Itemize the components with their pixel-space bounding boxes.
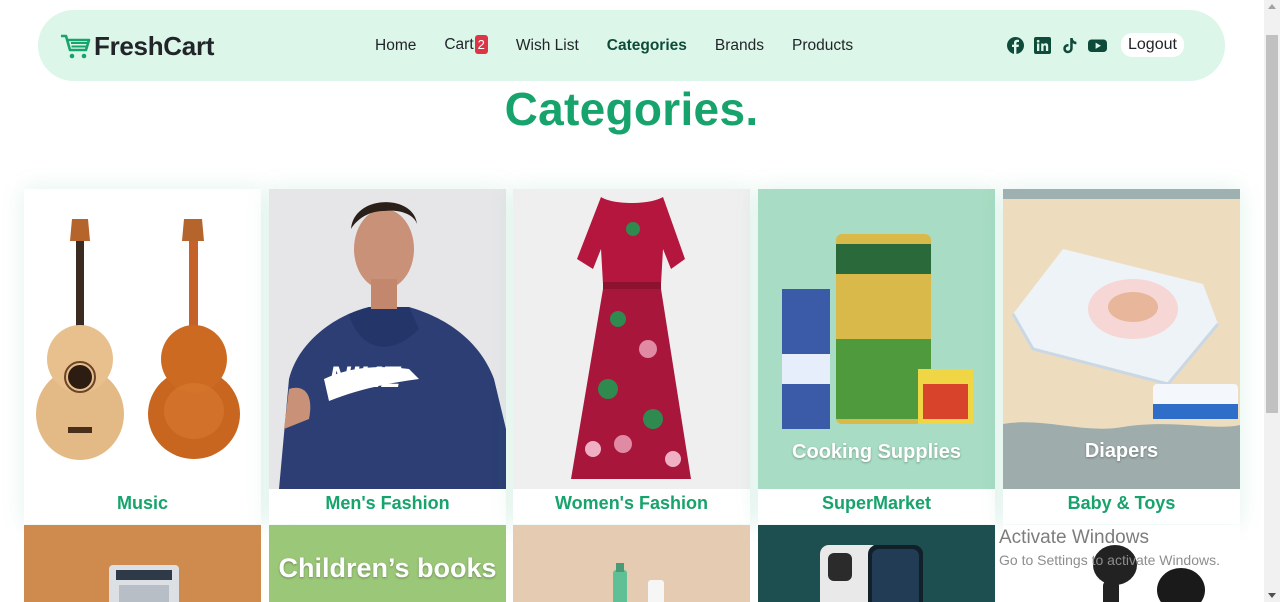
nav-cart[interactable]: Cart 2 xyxy=(444,35,488,55)
watermark-title: Activate Windows xyxy=(999,527,1149,548)
brand-name: FreshCart xyxy=(94,31,215,61)
cart-count-badge: 2 xyxy=(474,35,488,54)
category-card-beauty[interactable] xyxy=(513,525,750,602)
category-card-supermarket[interactable]: Cooking Supplies SuperMarket xyxy=(758,189,995,524)
brand-logo[interactable]: FreshCart xyxy=(59,31,214,62)
facebook-icon[interactable] xyxy=(1007,37,1024,54)
category-card-electronics[interactable] xyxy=(24,525,261,602)
linkedin-icon[interactable] xyxy=(1034,37,1051,54)
category-image-caption: Children’s books xyxy=(278,553,497,583)
scrollbar-thumb[interactable] xyxy=(1266,35,1278,413)
nav-home[interactable]: Home xyxy=(375,37,416,55)
tiktok-icon[interactable] xyxy=(1061,37,1078,54)
category-image xyxy=(24,189,261,489)
appliance-image xyxy=(24,525,261,602)
phone-image xyxy=(758,525,995,602)
category-card-mens-fashion[interactable]: NIKE Men's Fashion xyxy=(269,189,506,524)
nav-products[interactable]: Products xyxy=(792,37,853,55)
category-card-womens-fashion[interactable]: Women's Fashion xyxy=(513,189,750,524)
category-name: Music xyxy=(116,493,168,513)
category-card-music[interactable]: Music xyxy=(24,189,261,524)
category-name: Men's Fashion xyxy=(325,493,450,513)
category-card-baby-toys[interactable]: Diapers Baby & Toys xyxy=(1003,189,1240,524)
category-image xyxy=(513,189,750,489)
category-image: Diapers xyxy=(1003,189,1240,489)
category-name: Women's Fashion xyxy=(555,493,708,513)
scroll-down-arrow-icon[interactable] xyxy=(1268,593,1276,598)
shopping-cart-icon xyxy=(61,34,91,59)
svg-text:NIKE: NIKE xyxy=(329,361,402,394)
category-card-mobiles[interactable] xyxy=(758,525,995,602)
nav-wishlist[interactable]: Wish List xyxy=(516,37,579,55)
windows-activation-watermark: Activate Windows Go to Settings to activ… xyxy=(999,527,1220,568)
page-title: Categories. xyxy=(504,83,759,135)
watermark-subtitle: Go to Settings to activate Windows. xyxy=(999,552,1220,568)
page-scrollbar[interactable] xyxy=(1264,0,1280,602)
category-image: NIKE xyxy=(269,189,506,489)
category-card-books[interactable]: Children’s books xyxy=(269,525,506,602)
category-image: Cooking Supplies xyxy=(758,189,995,489)
beauty-image xyxy=(513,525,750,602)
category-name: SuperMarket xyxy=(821,493,932,513)
navbar: FreshCart Home Cart 2 Wish List Categorie… xyxy=(38,10,1225,81)
youtube-icon[interactable] xyxy=(1088,37,1107,54)
nav-categories[interactable]: Categories xyxy=(607,37,687,55)
category-image-caption: Cooking Supplies xyxy=(792,441,961,463)
scroll-up-arrow-icon[interactable] xyxy=(1268,4,1276,9)
nav-links: Home Cart 2 Wish List Categories Brands P… xyxy=(375,35,881,55)
category-image-caption: Diapers xyxy=(1084,440,1159,462)
womens-dress-image xyxy=(513,189,750,489)
nav-cart-label: Cart xyxy=(444,36,474,53)
social-links xyxy=(1007,37,1123,54)
mens-hoodie-image: NIKE xyxy=(269,189,506,489)
nav-brands[interactable]: Brands xyxy=(715,37,764,55)
category-name: Baby & Toys xyxy=(1067,493,1176,513)
guitar-image xyxy=(36,219,240,460)
logout-button[interactable]: Logout xyxy=(1121,33,1184,57)
